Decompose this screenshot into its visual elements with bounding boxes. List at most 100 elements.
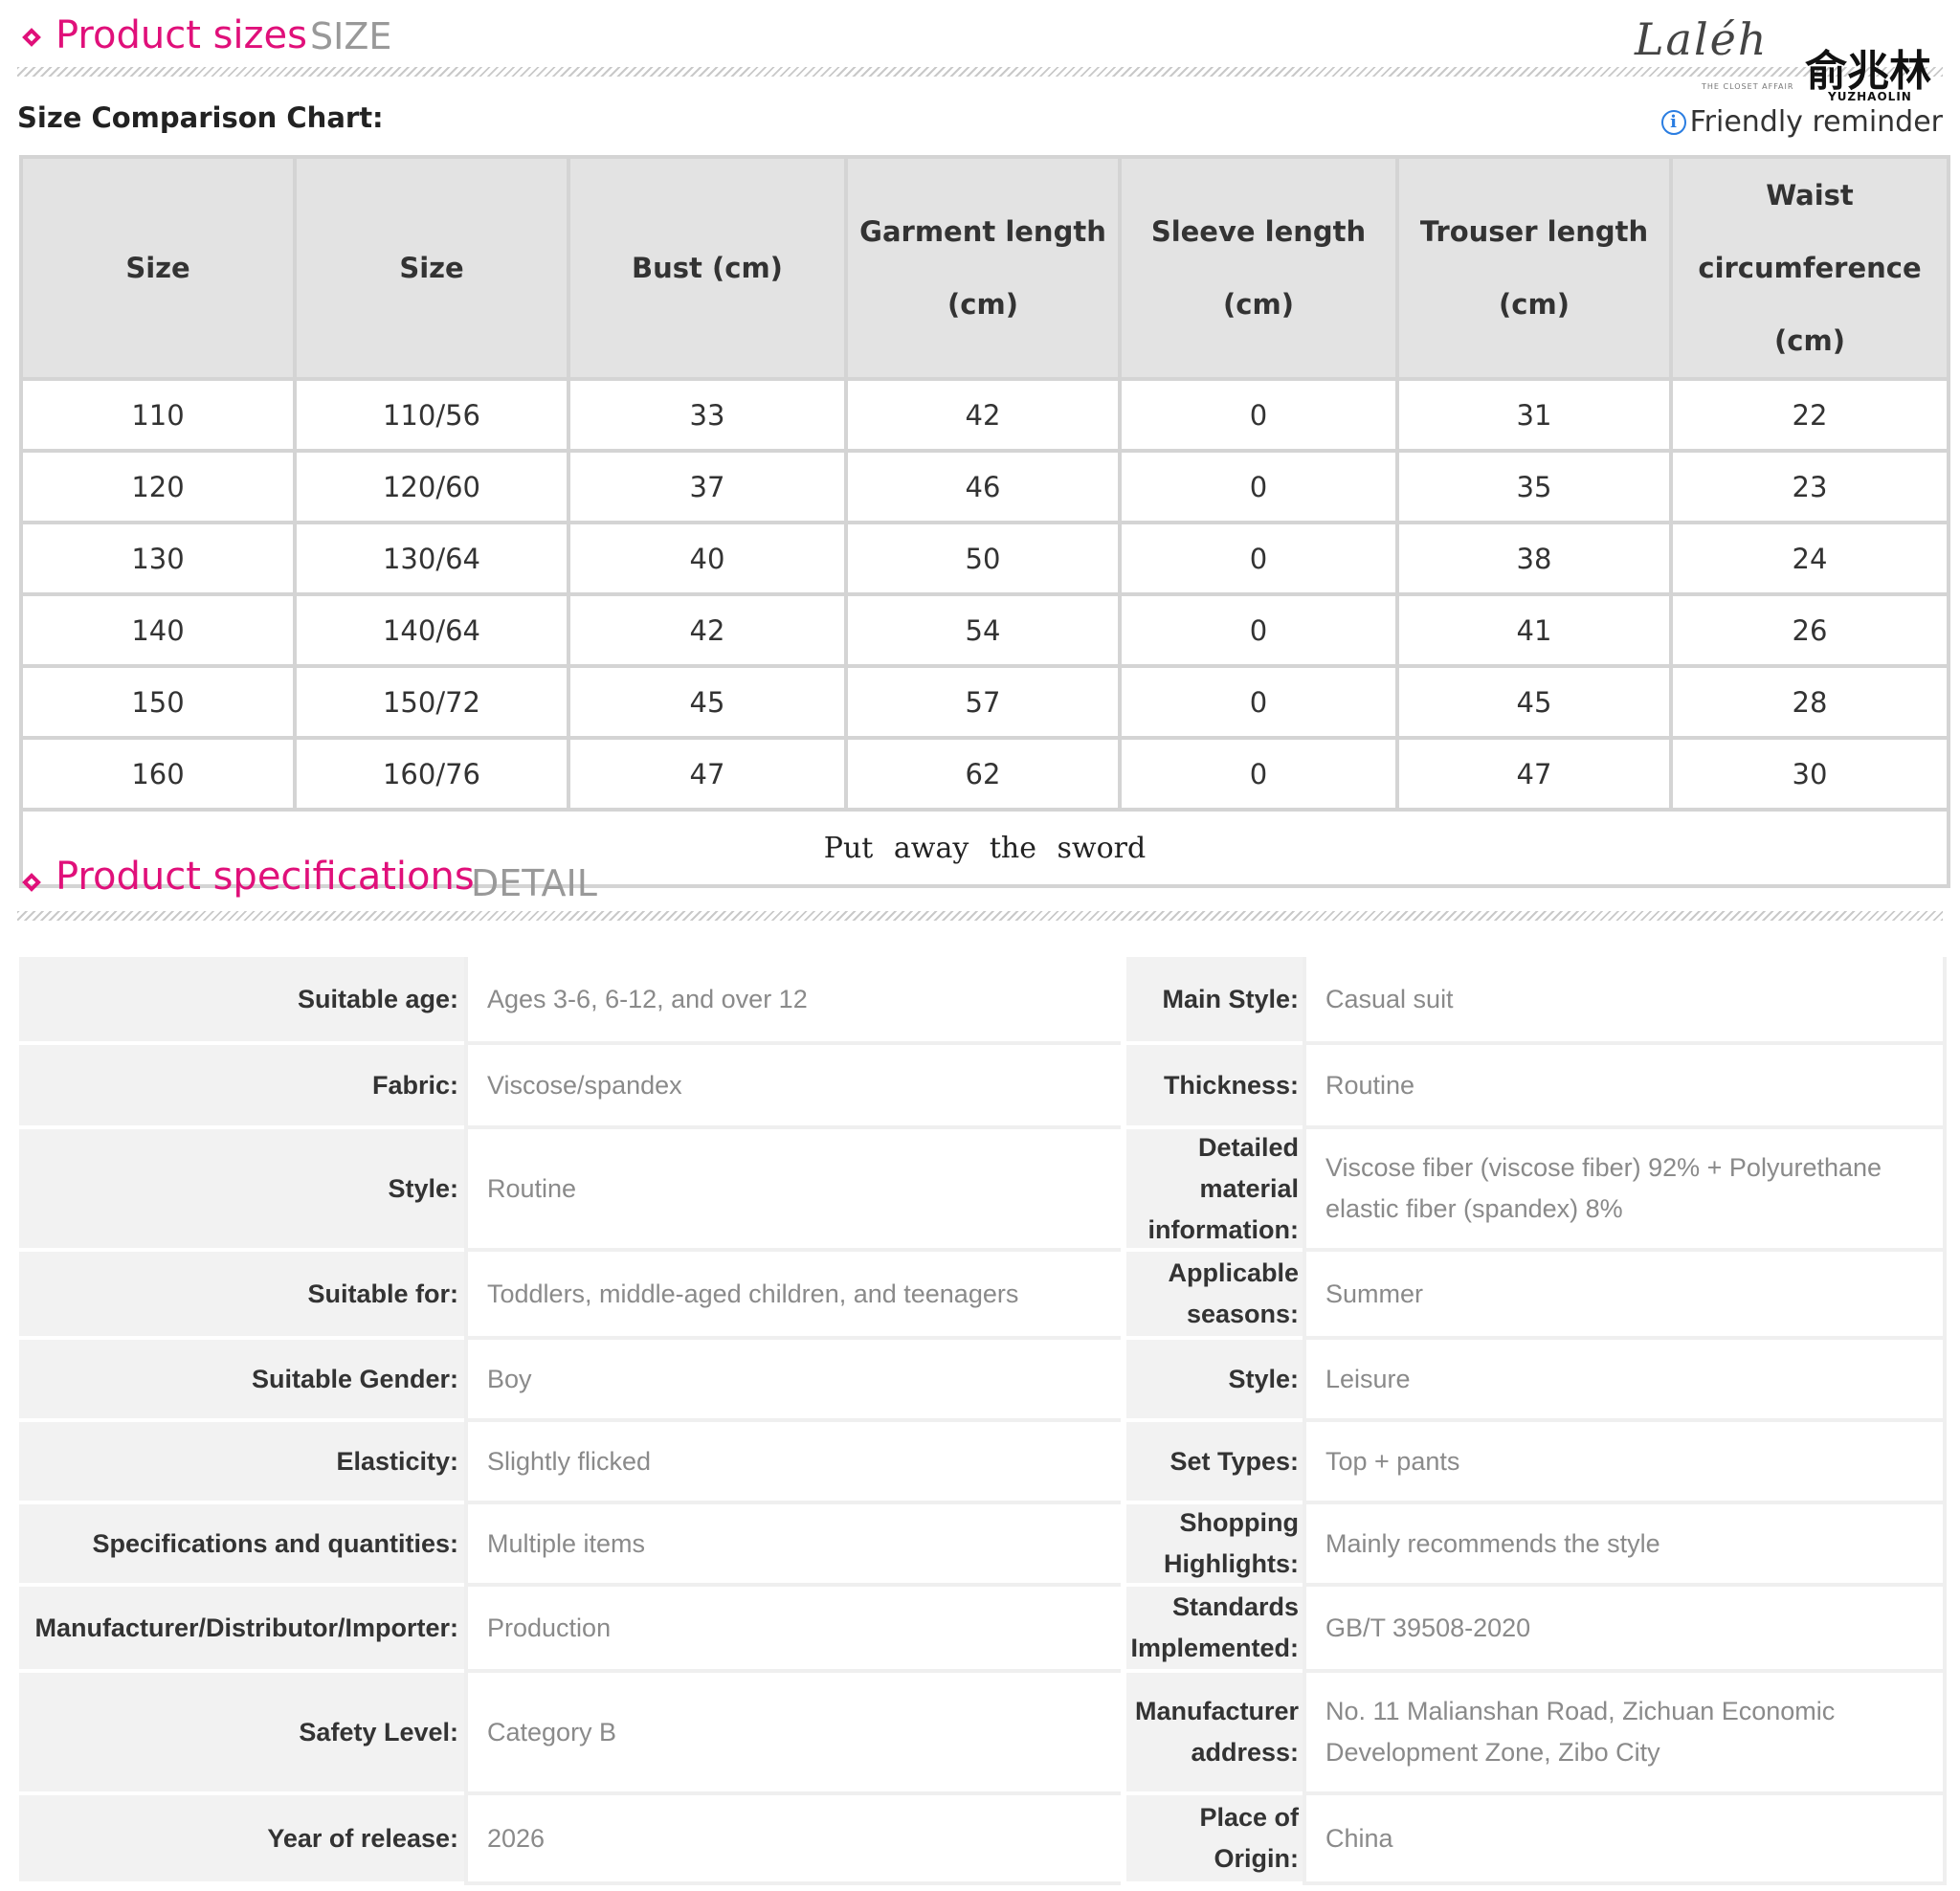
spec-value: Multiple items [464, 1504, 1121, 1587]
spec-label: Applicable seasons: [1121, 1252, 1303, 1340]
spec-label: Suitable age: [19, 957, 464, 1045]
table-cell: 160 [19, 736, 297, 812]
friendly-reminder-link[interactable]: i Friendly reminder [1660, 105, 1943, 139]
spec-label: Suitable for: [19, 1252, 464, 1340]
hatched-divider [17, 911, 1943, 921]
spec-label: Thickness: [1121, 1045, 1303, 1129]
column-header: Waist circumference (cm) [1669, 155, 1950, 381]
table-cell: 37 [567, 449, 848, 524]
spec-label: Specifications and quantities: [19, 1504, 464, 1587]
spec-label: Manufacturer address: [1121, 1673, 1303, 1795]
table-cell: 30 [1669, 736, 1950, 812]
spec-value: GB/T 39508-2020 [1303, 1587, 1947, 1673]
detail-section-title-en: DETAIL [471, 862, 597, 904]
spec-value: Boy [464, 1340, 1121, 1422]
info-icon: i [1660, 109, 1686, 135]
spec-label: Elasticity: [19, 1422, 464, 1504]
spec-row: Suitable age: Ages 3-6, 6-12, and over 1… [19, 957, 1947, 1045]
brand-pinyin: YUZHAOLIN [1828, 90, 1912, 103]
spec-value: Production [464, 1587, 1121, 1673]
spec-label: Place of Origin: [1121, 1795, 1303, 1885]
column-header: Size [19, 155, 297, 381]
table-cell: 38 [1395, 521, 1673, 596]
table-cell: 150 [19, 664, 297, 740]
table-cell: 22 [1669, 377, 1950, 453]
table-cell: 26 [1669, 592, 1950, 668]
spec-label: Suitable Gender: [19, 1340, 464, 1422]
table-cell: 0 [1118, 449, 1399, 524]
table-cell: 31 [1395, 377, 1673, 453]
spec-label: Style: [19, 1129, 464, 1252]
table-cell: 54 [844, 592, 1122, 668]
table-cell: 120/60 [293, 449, 570, 524]
spec-label: Main Style: [1121, 957, 1303, 1045]
table-cell: 0 [1118, 521, 1399, 596]
column-header: Bust (cm) [567, 155, 848, 381]
spec-label: Fabric: [19, 1045, 464, 1129]
table-cell: 28 [1669, 664, 1950, 740]
spec-value: 2026 [464, 1795, 1121, 1885]
spec-label: Set Types: [1121, 1422, 1303, 1504]
spec-value: Casual suit [1303, 957, 1947, 1045]
table-cell: 33 [567, 377, 848, 453]
table-cell: 47 [1395, 736, 1673, 812]
spec-row: Specifications and quantities: Multiple … [19, 1504, 1947, 1587]
table-row: 160 160/76 47 62 0 47 30 [19, 736, 1950, 812]
table-cell: 45 [567, 664, 848, 740]
brand-script-tagline: THE CLOSET AFFAIR [1702, 82, 1794, 91]
brand-chinese-name: 俞兆林 [1805, 47, 1931, 96]
table-cell: 57 [844, 664, 1122, 740]
table-cell: 41 [1395, 592, 1673, 668]
table-cell: 40 [567, 521, 848, 596]
spec-value: Toddlers, middle-aged children, and teen… [464, 1252, 1121, 1340]
spec-row: Style: Routine Detailed material informa… [19, 1129, 1947, 1252]
spec-label: Shopping Highlights: [1121, 1504, 1303, 1587]
table-row: 150 150/72 45 57 0 45 28 [19, 664, 1950, 740]
spec-row: Elasticity: Slightly flicked Set Types: … [19, 1422, 1947, 1504]
table-cell: 0 [1118, 664, 1399, 740]
friendly-reminder-label: Friendly reminder [1689, 105, 1943, 139]
size-chart-label: Size Comparison Chart: [17, 101, 384, 134]
column-header: Size [293, 155, 570, 381]
column-header: Trouser length (cm) [1395, 155, 1673, 381]
table-row: 120 120/60 37 46 0 35 23 [19, 449, 1950, 524]
table-cell: 110 [19, 377, 297, 453]
spec-label: Standards Implemented: [1121, 1587, 1303, 1673]
column-header: Sleeve length (cm) [1118, 155, 1399, 381]
spec-row: Fabric: Viscose/spandex Thickness: Routi… [19, 1045, 1947, 1129]
size-section-title: Product sizes [56, 13, 307, 57]
brand-script-logo: Laléh [1635, 13, 1769, 65]
specifications-table: Suitable age: Ages 3-6, 6-12, and over 1… [19, 957, 1947, 1885]
table-cell: 46 [844, 449, 1122, 524]
spec-value: Top + pants [1303, 1422, 1947, 1504]
spec-value: Viscose/spandex [464, 1045, 1121, 1129]
diamond-icon [22, 28, 41, 47]
spec-row: Year of release: 2026 Place of Origin: C… [19, 1795, 1947, 1885]
table-cell: 62 [844, 736, 1122, 812]
spec-value: Ages 3-6, 6-12, and over 12 [464, 957, 1121, 1045]
spec-value: No. 11 Malianshan Road, Zichuan Economic… [1303, 1673, 1947, 1795]
table-cell: 140 [19, 592, 297, 668]
spec-value: Slightly flicked [464, 1422, 1121, 1504]
table-cell: 42 [844, 377, 1122, 453]
table-cell: 120 [19, 449, 297, 524]
spec-value: Routine [1303, 1045, 1947, 1129]
spec-value: China [1303, 1795, 1947, 1885]
spec-value: Summer [1303, 1252, 1947, 1340]
table-cell: 45 [1395, 664, 1673, 740]
spec-row: Manufacturer/Distributor/Importer: Produ… [19, 1587, 1947, 1673]
table-cell: 0 [1118, 592, 1399, 668]
spec-row: Suitable Gender: Boy Style: Leisure [19, 1340, 1947, 1422]
brand-logo: Laléh THE CLOSET AFFAIR 俞兆林 YUZHAOLIN [1627, 8, 1952, 103]
table-cell: 130 [19, 521, 297, 596]
spec-label: Safety Level: [19, 1673, 464, 1795]
size-section-title-en: SIZE [310, 15, 392, 57]
spec-value: Viscose fiber (viscose fiber) 92% + Poly… [1303, 1129, 1947, 1252]
spec-value: Mainly recommends the style [1303, 1504, 1947, 1587]
table-cell: 0 [1118, 736, 1399, 812]
detail-section-title: Product specifications [56, 855, 475, 899]
spec-label: Style: [1121, 1340, 1303, 1422]
size-table: Size Size Bust (cm) Garment length (cm) … [19, 155, 1950, 888]
spec-label: Manufacturer/Distributor/Importer: [19, 1587, 464, 1673]
table-cell: 0 [1118, 377, 1399, 453]
